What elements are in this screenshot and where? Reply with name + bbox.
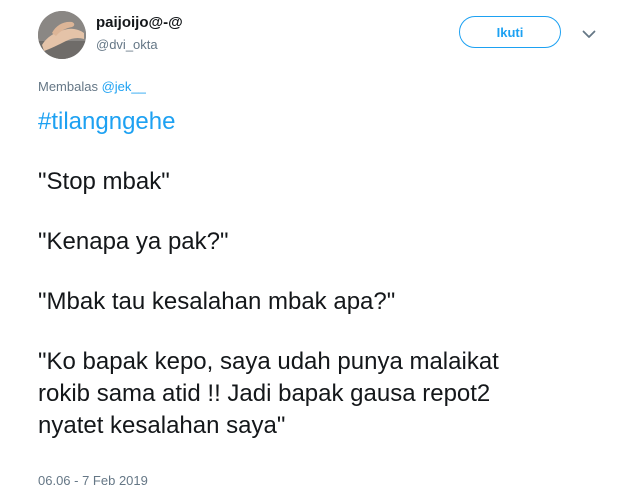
tweet-line: "Kenapa ya pak?" xyxy=(38,228,229,255)
reply-prefix: Membalas xyxy=(38,79,102,94)
user-handle[interactable]: @dvi_okta xyxy=(96,37,158,52)
avatar-hand-photo xyxy=(38,11,86,59)
tweet-line: "Ko bapak kepo, saya udah punya malaikat xyxy=(38,348,499,375)
tweet-line: rokib sama atid !! Jadi bapak gausa repo… xyxy=(38,380,491,407)
hashtag-link[interactable]: #tilangngehe xyxy=(38,106,618,138)
reply-context: Membalas @jek__ xyxy=(38,79,146,94)
chevron-down-icon[interactable] xyxy=(578,24,600,44)
display-name[interactable]: paijoijo@-@ xyxy=(96,14,183,31)
tweet-line: nyatet kesalahan saya" xyxy=(38,412,286,439)
tweet-timestamp[interactable]: 06.06 - 7 Feb 2019 xyxy=(38,473,148,488)
tweet-line: "Stop mbak" xyxy=(38,168,170,195)
follow-button[interactable]: Ikuti xyxy=(459,16,561,48)
tweet-line: "Mbak tau kesalahan mbak apa?" xyxy=(38,288,396,315)
reply-mention-link[interactable]: @jek__ xyxy=(102,79,146,94)
tweet-text: #tilangngehe "Stop mbak" "Kenapa ya pak?… xyxy=(38,106,618,442)
avatar[interactable] xyxy=(38,11,86,59)
